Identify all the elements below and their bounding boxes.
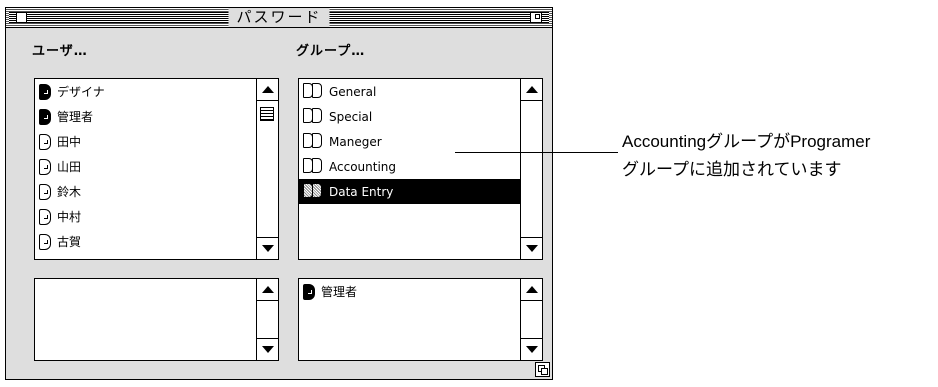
user-icon: [39, 108, 51, 125]
password-window: パスワード ユーザ… グループ… デザイナ 管理者 田中 山田 鈴木 中村 古賀…: [5, 7, 553, 380]
scroll-up-arrow[interactable]: [521, 279, 542, 301]
user-name: 管理者: [57, 110, 94, 124]
scroll-down-arrow[interactable]: [257, 237, 278, 259]
down-arrow-icon: [261, 346, 274, 353]
list-item[interactable]: 鈴木: [35, 179, 256, 204]
user-name: 田中: [57, 135, 82, 149]
users-list-items: デザイナ 管理者 田中 山田 鈴木 中村 古賀: [35, 79, 256, 259]
list-item[interactable]: 中村: [35, 204, 256, 229]
user-icon: [39, 133, 51, 150]
user-name: デザイナ: [57, 85, 105, 99]
list-item[interactable]: 管理者: [299, 279, 520, 304]
group-name: Accounting: [329, 159, 397, 174]
group-icon: [303, 183, 325, 200]
user-icon: [303, 283, 315, 300]
callout-line-1: AccountingグループがProgramer: [622, 132, 871, 151]
scroll-up-arrow[interactable]: [257, 79, 278, 101]
user-icon: [39, 208, 51, 225]
users-heading[interactable]: ユーザ…: [32, 40, 88, 59]
group-icon: [303, 83, 325, 100]
list-item[interactable]: 古賀: [35, 229, 256, 254]
user-icon: [39, 183, 51, 200]
scroll-down-arrow[interactable]: [257, 338, 278, 360]
group-icon: [303, 108, 325, 125]
down-arrow-icon: [261, 245, 274, 252]
user-name: 古賀: [57, 235, 82, 249]
groups-list-items: General Special Maneger Accounting Data …: [299, 79, 520, 259]
callout-annotation: AccountingグループがProgramer グループに追加されています: [622, 128, 870, 184]
list-item[interactable]: Special: [299, 104, 520, 129]
user-groups-list-items: [35, 279, 256, 360]
group-name: Special: [329, 109, 373, 124]
groups-heading[interactable]: グループ…: [296, 40, 365, 59]
zoom-box[interactable]: [530, 12, 542, 23]
up-arrow-icon: [525, 286, 538, 293]
group-icon: [303, 133, 325, 150]
up-arrow-icon: [261, 86, 274, 93]
groups-scrollbar[interactable]: [520, 79, 542, 259]
up-arrow-icon: [261, 286, 274, 293]
list-item[interactable]: 管理者: [35, 104, 256, 129]
up-arrow-icon: [525, 86, 538, 93]
user-name: 山田: [57, 160, 82, 174]
list-item[interactable]: 山田: [35, 154, 256, 179]
close-box[interactable]: [16, 12, 27, 23]
scroll-up-arrow[interactable]: [521, 79, 542, 101]
group-name: General: [329, 84, 377, 99]
user-icon: [39, 233, 51, 250]
scroll-down-arrow[interactable]: [521, 338, 542, 360]
group-members-list[interactable]: 管理者: [298, 278, 543, 361]
scroll-up-arrow[interactable]: [257, 279, 278, 301]
user-name: 中村: [57, 210, 82, 224]
groups-list[interactable]: General Special Maneger Accounting Data …: [298, 78, 543, 260]
list-item[interactable]: Accounting: [299, 154, 520, 179]
down-arrow-icon: [525, 245, 538, 252]
scroll-down-arrow[interactable]: [521, 237, 542, 259]
callout-leader-line: [455, 152, 618, 153]
down-arrow-icon: [525, 346, 538, 353]
title-bar[interactable]: パスワード: [6, 8, 552, 28]
window-title: パスワード: [228, 8, 330, 27]
group-members-scrollbar[interactable]: [520, 279, 542, 360]
list-item-selected[interactable]: Data Entry: [299, 179, 520, 204]
member-name: 管理者: [321, 285, 358, 299]
user-icon: [39, 158, 51, 175]
list-item[interactable]: 田中: [35, 129, 256, 154]
user-name: 鈴木: [57, 185, 82, 199]
callout-line-2: グループに追加されています: [622, 160, 842, 179]
user-groups-scrollbar[interactable]: [256, 279, 278, 360]
list-item[interactable]: デザイナ: [35, 79, 256, 104]
user-groups-list[interactable]: [34, 278, 279, 361]
list-item[interactable]: General: [299, 79, 520, 104]
users-scrollbar[interactable]: [256, 79, 278, 259]
users-list[interactable]: デザイナ 管理者 田中 山田 鈴木 中村 古賀: [34, 78, 279, 260]
scroll-thumb[interactable]: [260, 107, 274, 121]
resize-box[interactable]: [535, 362, 550, 377]
group-members-list-items: 管理者: [299, 279, 520, 360]
group-name: Maneger: [329, 134, 382, 149]
group-icon: [303, 158, 325, 175]
user-icon: [39, 83, 51, 100]
group-name: Data Entry: [329, 184, 394, 199]
list-item[interactable]: Maneger: [299, 129, 520, 154]
